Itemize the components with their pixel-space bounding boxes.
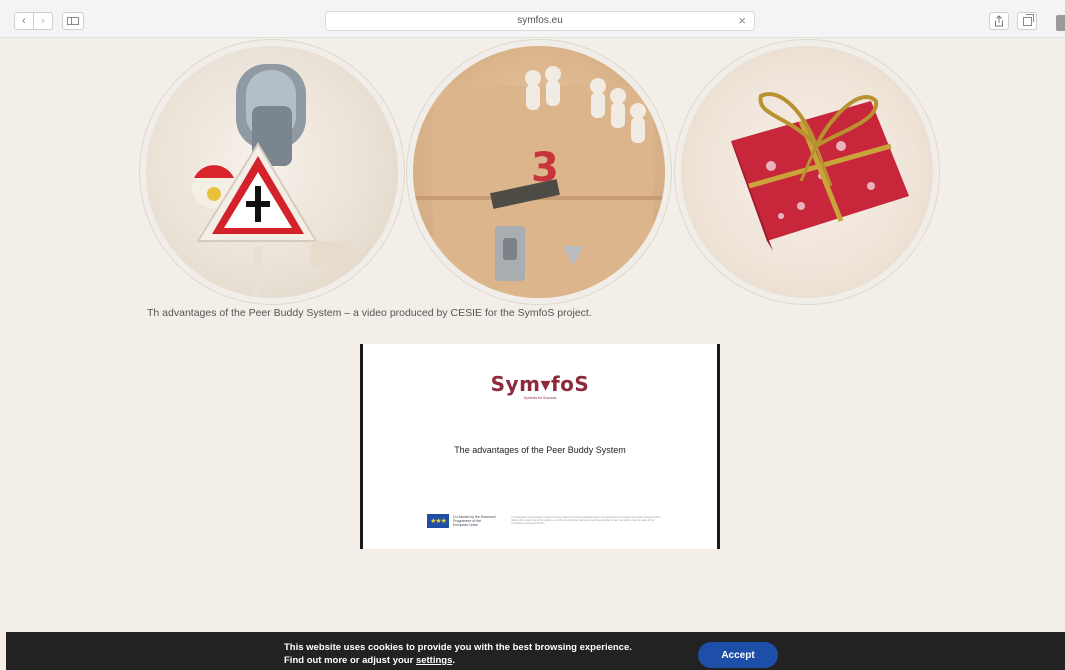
logo-text: Sym▾foS <box>490 372 590 396</box>
video-caption: Th advantages of the Peer Buddy System –… <box>147 307 592 319</box>
edge-handle[interactable] <box>1056 15 1065 31</box>
tabs-icon <box>1022 13 1034 26</box>
gift-box-image <box>681 46 933 298</box>
cookie-settings-prefix: Find out more or adjust your <box>284 655 416 666</box>
forward-button[interactable]: › <box>33 12 53 30</box>
wooden-box-image: 3 <box>413 46 665 298</box>
accept-cookies-button[interactable]: Accept <box>698 642 778 668</box>
show-tabs-button[interactable] <box>1017 12 1037 30</box>
wooden-box-illustration: 3 <box>413 66 665 298</box>
back-button[interactable]: ‹ <box>14 12 34 30</box>
share-button[interactable] <box>989 12 1009 30</box>
browser-toolbar: ‹ › symfos.eu × <box>0 0 1065 38</box>
road-sign-illustration <box>192 64 351 298</box>
road-sign-toy-image <box>146 46 398 298</box>
logo-subtitle: Symbols for Success <box>523 396 557 400</box>
video-player[interactable]: Sym▾foS Symbols for Success The advantag… <box>360 344 720 549</box>
chevron-right-icon: › <box>41 14 45 27</box>
address-bar[interactable]: symfos.eu × <box>325 11 755 31</box>
chevron-left-icon: ‹ <box>22 14 26 27</box>
gift-box-illustration <box>731 92 909 251</box>
cookie-message: This website uses cookies to provide you… <box>284 642 632 653</box>
share-icon <box>995 15 1003 27</box>
settings-link[interactable]: settings <box>416 655 452 666</box>
sidebar-toggle-button[interactable] <box>62 12 84 30</box>
eu-cofunded-text: Co-funded by the Erasmus+ Programme of t… <box>453 515 497 527</box>
close-icon[interactable]: × <box>738 13 746 28</box>
cookie-settings-line: Find out more or adjust your settings. <box>284 655 455 666</box>
symfos-logo: Sym▾foS Symbols for Success <box>363 372 717 400</box>
eu-disclaimer-text: The European Commission support for the … <box>511 516 661 526</box>
cookie-settings-suffix: . <box>452 655 456 666</box>
url-text: symfos.eu <box>517 15 563 26</box>
cookie-banner: This website uses cookies to provide you… <box>6 632 1065 670</box>
sidebar-icon <box>67 17 79 25</box>
video-title: The advantages of the Peer Buddy System <box>454 445 626 455</box>
browser-window: ‹ › symfos.eu × 3 Th advantages of the P… <box>0 0 1065 670</box>
eu-flag-icon: ★★★ <box>427 514 449 528</box>
